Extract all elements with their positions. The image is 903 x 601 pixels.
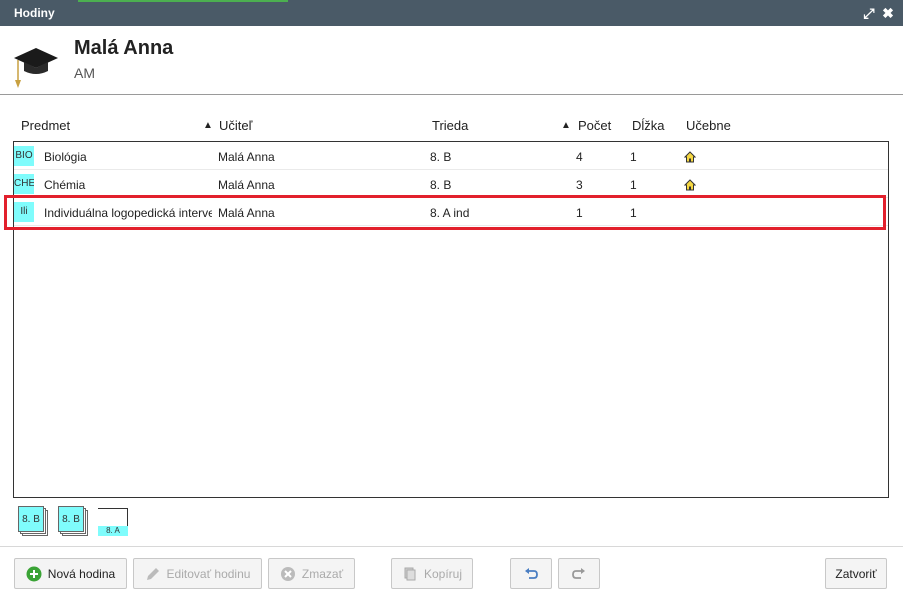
sort-asc-icon: ▲ [203, 120, 213, 131]
copy-label: Kopíruj [423, 566, 463, 581]
teacher-short: AM [74, 65, 95, 81]
cell-length: 1 [630, 178, 637, 192]
class-card[interactable]: 8. B [18, 506, 48, 536]
cell-class: 8. B [430, 178, 452, 192]
class-card[interactable]: 8. A [98, 508, 128, 536]
window-titlebar: Hodiny ⤢ ✖ [0, 0, 903, 26]
cell-count: 1 [576, 206, 583, 220]
cell-count: 3 [576, 178, 583, 192]
delete-label: Zmazať [301, 566, 344, 581]
redo-button[interactable] [558, 558, 600, 589]
copy-icon [404, 567, 416, 580]
table-row[interactable]: Ili Individuálna logopedická interve Mal… [14, 198, 888, 226]
teacher-name: Malá Anna [74, 37, 174, 59]
class-card-label: 8. B [58, 506, 84, 532]
cell-subject: Biológia [44, 150, 87, 164]
column-header-class[interactable]: Trieda [432, 118, 468, 133]
close-button[interactable]: Zatvoriť [825, 558, 887, 589]
graduation-cap-icon [14, 48, 58, 88]
undo-icon [525, 567, 538, 579]
delete-icon [280, 566, 295, 581]
edit-lesson-label: Editovať hodinu [166, 566, 251, 581]
cell-class: 8. B [430, 150, 452, 164]
lessons-grid[interactable]: BIO Biológia Malá Anna 8. B 4 1 CHE Chém… [13, 141, 889, 498]
add-icon [26, 566, 42, 581]
table-row[interactable]: CHE Chémia Malá Anna 8. B 3 1 [14, 170, 888, 198]
cell-length: 1 [630, 150, 637, 164]
cell-length: 1 [630, 206, 637, 220]
titlebar-accent [78, 0, 288, 2]
column-header-teacher[interactable]: Učiteľ [219, 118, 252, 133]
cell-subject: Individuálna logopedická interve [44, 206, 212, 220]
subject-badge: BIO [14, 146, 34, 166]
subject-badge: Ili [14, 202, 34, 222]
new-lesson-label: Nová hodina [47, 566, 116, 581]
cell-count: 4 [576, 150, 583, 164]
footer-toolbar: Nová hodina Editovať hodinu Zmazať Kopír… [0, 546, 903, 601]
column-header-rooms[interactable]: Učebne [686, 118, 731, 133]
cell-class: 8. A ind [430, 206, 470, 220]
home-icon [684, 151, 696, 163]
cell-teacher: Malá Anna [218, 178, 275, 192]
subject-badge: CHE [14, 174, 34, 194]
undo-button[interactable] [510, 558, 552, 589]
copy-button[interactable]: Kopíruj [391, 558, 473, 589]
close-icon[interactable]: ✖ [880, 4, 896, 22]
column-header-subject[interactable]: Predmet [21, 118, 70, 133]
sort-asc-icon: ▲ [561, 120, 571, 131]
table-row[interactable]: BIO Biológia Malá Anna 8. B 4 1 [14, 142, 888, 170]
redo-icon [572, 567, 585, 579]
window-title: Hodiny [14, 6, 55, 20]
edit-lesson-button[interactable]: Editovať hodinu [133, 558, 262, 589]
cell-subject: Chémia [44, 178, 86, 192]
column-header-count[interactable]: Počet [578, 118, 611, 133]
class-card-label: 8. A [98, 526, 128, 536]
delete-button[interactable]: Zmazať [268, 558, 355, 589]
column-header-length[interactable]: Dĺžka [632, 118, 665, 133]
close-label: Zatvoriť [835, 566, 877, 581]
cell-teacher: Malá Anna [218, 150, 275, 164]
new-lesson-button[interactable]: Nová hodina [14, 558, 127, 589]
class-card[interactable]: 8. B [58, 506, 88, 536]
teacher-header: Malá Anna AM [0, 26, 903, 95]
expand-icon[interactable]: ⤢ [861, 4, 877, 22]
class-card-label: 8. B [18, 506, 44, 532]
cell-teacher: Malá Anna [218, 206, 275, 220]
home-icon [684, 179, 696, 191]
pencil-icon [146, 567, 159, 580]
